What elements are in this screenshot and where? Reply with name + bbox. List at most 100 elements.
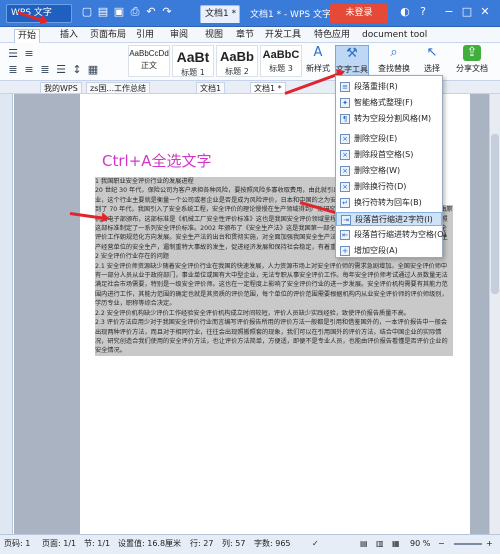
bullets-icon[interactable]: ☰ bbox=[6, 47, 20, 61]
style-heading-1-label: 标题 1 bbox=[181, 68, 205, 77]
select-button[interactable]: ↖ 选择 bbox=[418, 45, 446, 77]
add-paragraph-icon: + bbox=[340, 246, 350, 256]
menu-item-line-break-to-enter[interactable]: ↵ 换行符转为回车(B) bbox=[336, 196, 442, 210]
line-spacing-icon[interactable]: ↕ bbox=[70, 63, 84, 77]
indent-icon: ⇥ bbox=[341, 215, 351, 225]
status-column: 列: 57 bbox=[222, 539, 246, 548]
delete-space-icon: × bbox=[340, 166, 350, 176]
vertical-ruler bbox=[0, 94, 13, 534]
style-normal-sample: AaBbCcDd bbox=[129, 49, 169, 58]
vertical-scrollbar[interactable] bbox=[489, 94, 500, 534]
close-icon[interactable]: ✕ bbox=[478, 5, 492, 19]
menu-item-reflow-paragraphs[interactable]: ≡ 段落重排(R) bbox=[336, 80, 442, 94]
tab-document-tool[interactable]: document tool bbox=[362, 29, 427, 43]
paragraph-5: 2.1 安全评价师资源缺少随着安全评价行业在我国的快速发展，人力资源市场上对安全… bbox=[95, 261, 453, 309]
align-center-icon[interactable]: ≡ bbox=[22, 63, 36, 77]
style-heading-1[interactable]: AaBt 标题 1 bbox=[172, 45, 214, 77]
tab-insert[interactable]: 插入 bbox=[60, 29, 78, 43]
find-replace-label: 查找替换 bbox=[378, 64, 410, 73]
help-icon[interactable]: ? bbox=[416, 5, 430, 19]
tab-page-layout[interactable]: 页面布局 bbox=[90, 29, 126, 43]
menu-tab-bar: 开始 插入 页面布局 引用 审阅 视图 章节 开发工具 特色应用 documen… bbox=[0, 27, 500, 43]
numbering-icon[interactable]: ≡ bbox=[22, 47, 36, 61]
share-document-button[interactable]: ⇪ 分享文档 bbox=[452, 45, 492, 77]
zoom-out-icon[interactable]: − bbox=[438, 535, 445, 553]
new-style-label: 新样式 bbox=[306, 64, 330, 73]
select-label: 选择 bbox=[424, 64, 440, 73]
zoom-in-icon[interactable]: + bbox=[486, 535, 493, 553]
new-style-icon: A bbox=[313, 45, 323, 60]
tab-review[interactable]: 审阅 bbox=[170, 29, 188, 43]
document-body[interactable]: 1 我国职业安全评价行业的发展进程 20 世纪 30 年代，保险公司为客户承担各… bbox=[95, 177, 453, 356]
status-position: 设置值: 16.8厘米 bbox=[118, 539, 182, 548]
align-right-icon[interactable]: ≣ bbox=[38, 63, 52, 77]
web-layout-icon[interactable]: ▦ bbox=[392, 535, 400, 553]
style-heading-1-sample: AaBt bbox=[176, 49, 210, 65]
style-heading-2[interactable]: AaBb 标题 2 bbox=[216, 45, 258, 77]
skin-icon[interactable]: ◐ bbox=[398, 5, 412, 19]
tab-view[interactable]: 视图 bbox=[205, 29, 223, 43]
zoom-slider[interactable] bbox=[454, 543, 482, 545]
share-icon: ⇪ bbox=[463, 45, 481, 61]
tab-chapter[interactable]: 章节 bbox=[236, 29, 254, 43]
new-style-button[interactable]: A 新样式 bbox=[304, 45, 332, 77]
menu-item-add-empty-paragraph[interactable]: + 增加空段(A) bbox=[336, 244, 442, 258]
scrollbar-thumb[interactable] bbox=[491, 134, 499, 294]
status-word-count[interactable]: 字数: 965 bbox=[254, 535, 291, 553]
open-folder-icon[interactable]: ▤ bbox=[96, 5, 110, 19]
menu-item-first-line-indent[interactable]: ⇥ 段落首行缩进2字符(I) bbox=[336, 212, 442, 226]
style-normal-label: 正文 bbox=[141, 61, 157, 70]
menu-item-smart-format[interactable]: ✦ 智能格式整理(F) bbox=[336, 96, 442, 110]
tab-references[interactable]: 引用 bbox=[136, 29, 154, 43]
delete-line-break-icon: × bbox=[340, 182, 350, 192]
login-button[interactable]: 未登录 bbox=[330, 4, 388, 23]
delete-leading-space-icon: × bbox=[340, 150, 350, 160]
spell-check-icon[interactable]: ✓ bbox=[312, 535, 319, 553]
doc-tab-document1-active[interactable]: 文档1 * bbox=[250, 82, 286, 94]
window-title: 文档1 * - WPS 文字 bbox=[250, 10, 331, 20]
menu-item-indent-to-spaces[interactable]: ⇤ 段落首行缩进转为空格(O) bbox=[336, 228, 447, 242]
find-replace-button[interactable]: ⌕ 查找替换 bbox=[376, 45, 412, 77]
view-mode-icon[interactable]: ▤ bbox=[360, 535, 368, 553]
reading-mode-icon[interactable]: ▥ bbox=[376, 535, 384, 553]
tab-special-apps[interactable]: 特色应用 bbox=[314, 29, 350, 43]
title-bar: WPS 文字 ▢ ▤ ▣ ⎙ ↶ ↷ 文档1 * 文档1 * - WPS 文字 … bbox=[0, 0, 500, 27]
delete-empty-icon: × bbox=[340, 134, 350, 144]
document-tab[interactable]: 文档1 * bbox=[200, 5, 240, 23]
menu-item-delete-empty-paragraphs[interactable]: × 删除空段(E) bbox=[336, 132, 442, 146]
style-heading-3[interactable]: AaBbC 标题 3 bbox=[260, 45, 302, 77]
undo-icon[interactable]: ↶ bbox=[144, 5, 158, 19]
wps-writer-window: WPS 文字 ▢ ▤ ▣ ⎙ ↶ ↷ 文档1 * 文档1 * - WPS 文字 … bbox=[0, 0, 500, 554]
tab-developer-tools[interactable]: 开发工具 bbox=[265, 29, 301, 43]
status-zoom[interactable]: 90 % bbox=[410, 535, 430, 553]
indent-to-space-icon: ⇤ bbox=[340, 230, 350, 240]
status-section: 节: 1/1 bbox=[84, 539, 111, 548]
paragraph-style-icon: ¶ bbox=[340, 114, 350, 124]
justify-icon[interactable]: ☰ bbox=[54, 63, 68, 77]
reflow-icon: ≡ bbox=[340, 82, 350, 92]
status-page-count: 页面: 1/1 bbox=[42, 539, 77, 548]
menu-item-delete-leading-spaces[interactable]: × 删除段首空格(S) bbox=[336, 148, 442, 162]
print-icon[interactable]: ⎙ bbox=[128, 5, 142, 19]
doc-tab-work-summary[interactable]: zs国...工作总结 bbox=[86, 82, 150, 94]
align-left-icon[interactable]: ≣ bbox=[6, 63, 20, 77]
redo-icon[interactable]: ↷ bbox=[160, 5, 174, 19]
maximize-icon[interactable]: □ bbox=[460, 5, 474, 19]
paragraph-7: 2.3 评价方法应用少对于我国安全评价行业而言编写评价报告所用的评价方法一般都是… bbox=[95, 318, 453, 356]
borders-icon[interactable]: ▦ bbox=[86, 63, 100, 77]
minimize-icon[interactable]: − bbox=[442, 5, 456, 19]
style-normal[interactable]: AaBbCcDd 正文 bbox=[128, 45, 170, 77]
menu-item-delete-spaces[interactable]: × 删除空格(W) bbox=[336, 164, 442, 178]
new-document-icon[interactable]: ▢ bbox=[80, 5, 94, 19]
smart-format-icon: ✦ bbox=[340, 98, 350, 108]
tab-home[interactable]: 开始 bbox=[14, 29, 41, 43]
doc-tab-my-wps[interactable]: 我的WPS bbox=[40, 82, 82, 94]
save-icon[interactable]: ▣ bbox=[112, 5, 126, 19]
line-break-icon: ↵ bbox=[340, 198, 350, 208]
menu-item-delete-line-breaks[interactable]: × 删除换行符(D) bbox=[336, 180, 442, 194]
status-row: 行: 27 bbox=[190, 539, 214, 548]
find-replace-icon: ⌕ bbox=[390, 45, 398, 60]
doc-tab-document1[interactable]: 文档1 bbox=[196, 82, 226, 94]
style-heading-2-sample: AaBb bbox=[220, 49, 254, 64]
menu-item-empty-paragraph-style[interactable]: ¶ 转为空段分割风格(M) bbox=[336, 112, 442, 126]
